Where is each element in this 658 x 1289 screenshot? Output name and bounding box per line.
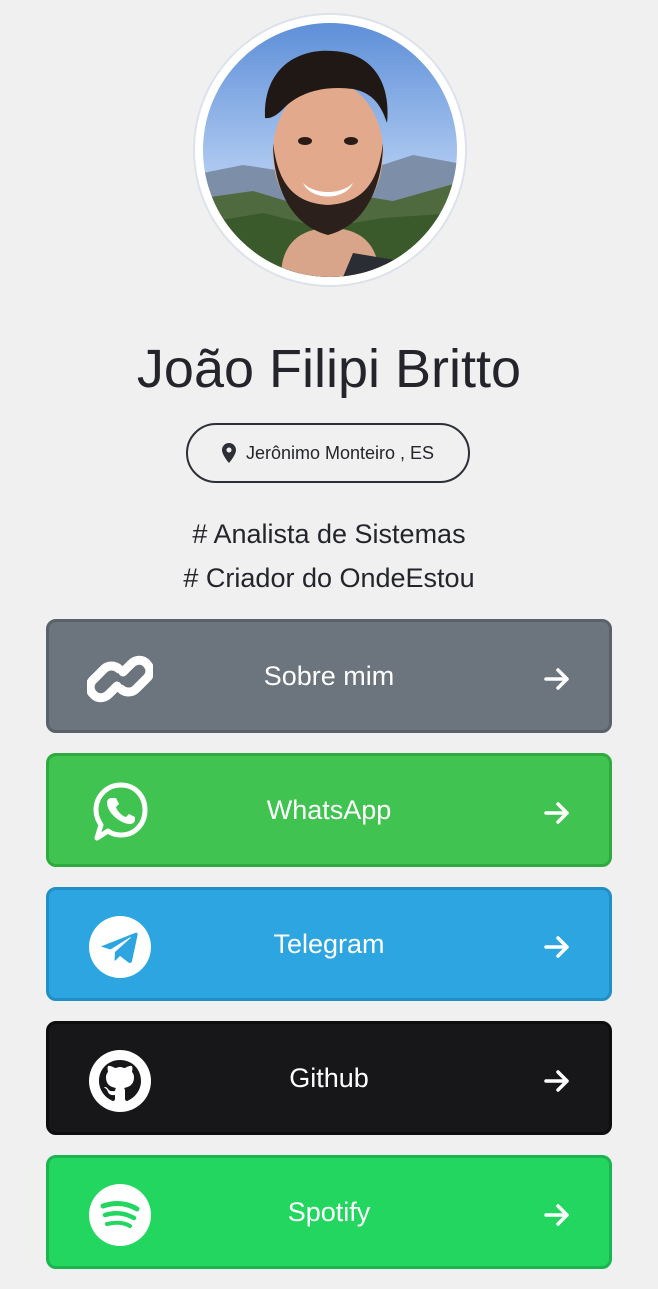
telegram-icon [89, 916, 151, 978]
arrow-right-icon [544, 1204, 569, 1226]
links-list: Sobre mim WhatsApp Telegram Github Spoti… [46, 619, 612, 1289]
arrow-right-icon [544, 1070, 569, 1092]
whatsapp-button[interactable]: WhatsApp [46, 753, 612, 867]
link-icon [87, 655, 153, 703]
github-button[interactable]: Github [46, 1021, 612, 1135]
location-badge: Jerônimo Monteiro , ES [186, 423, 470, 483]
avatar-photo [203, 23, 457, 277]
profile-name: João Filipi Britto [136, 339, 522, 399]
telegram-label: Telegram [273, 928, 385, 959]
spotify-button[interactable]: Spotify [46, 1155, 612, 1269]
location-text: Jerônimo Monteiro , ES [245, 442, 435, 463]
map-pin-icon [221, 443, 236, 463]
whatsapp-icon [93, 782, 148, 841]
tag-line: # Criador do OndeEstou [183, 563, 475, 593]
profile-avatar [195, 15, 465, 285]
tag-line: # Analista de Sistemas [192, 519, 466, 549]
github-icon [89, 1050, 151, 1112]
telegram-button[interactable]: Telegram [46, 887, 612, 1001]
sobre-mim-button[interactable]: Sobre mim [46, 619, 612, 733]
profile-tags: # Analista de Sistemas # Criador do Onde… [0, 512, 658, 600]
arrow-right-icon [544, 668, 569, 690]
github-label: Github [289, 1062, 369, 1093]
spotify-label: Spotify [287, 1196, 371, 1227]
spotify-icon [89, 1184, 151, 1246]
arrow-right-icon [544, 802, 569, 824]
arrow-right-icon [544, 936, 569, 958]
whatsapp-label: WhatsApp [266, 794, 392, 825]
sobre-mim-label: Sobre mim [263, 660, 395, 691]
